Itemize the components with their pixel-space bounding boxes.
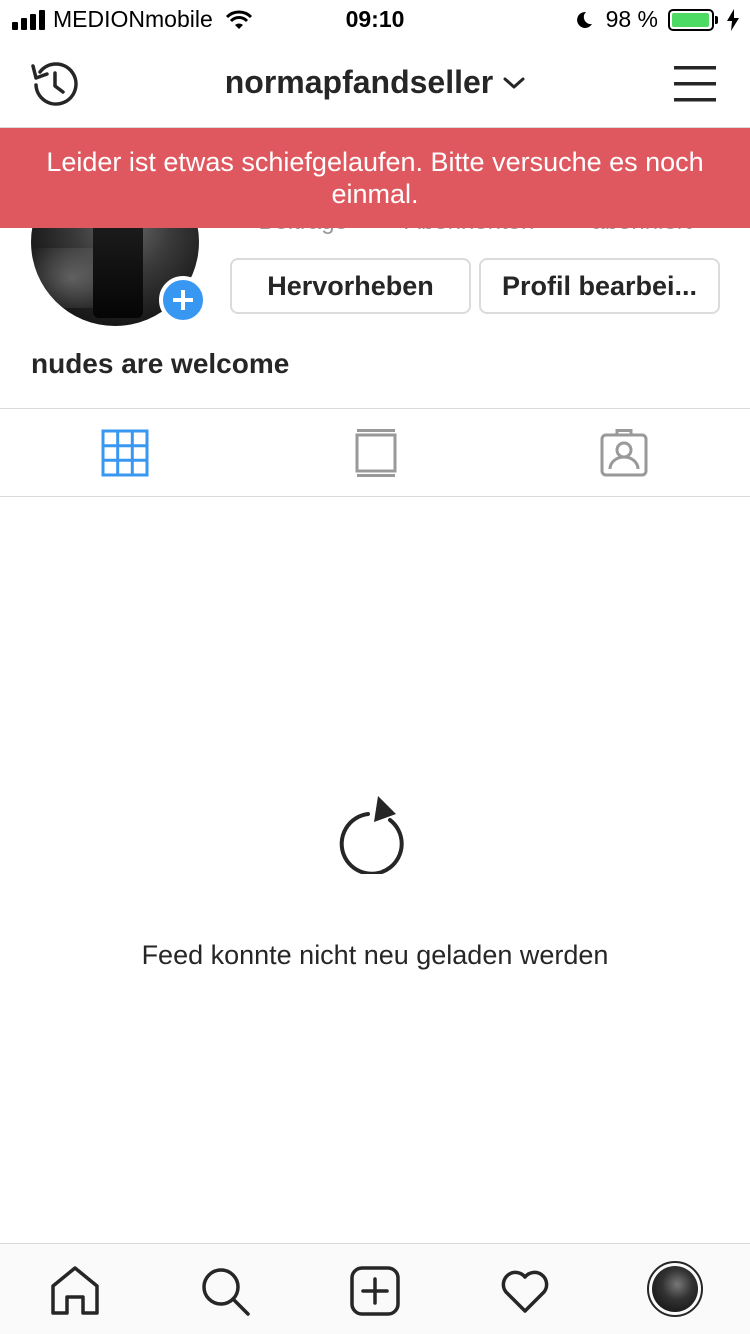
username-title[interactable]: normapfandseller xyxy=(225,64,494,101)
chevron-down-icon[interactable] xyxy=(503,76,525,90)
error-message: Leider ist etwas schiefgelaufen. Bitte v… xyxy=(46,147,704,209)
bottom-nav xyxy=(0,1243,750,1334)
profile-bio: nudes are welcome xyxy=(31,348,290,379)
menu-icon[interactable] xyxy=(674,64,716,104)
feed-icon[interactable] xyxy=(352,429,400,477)
error-banner[interactable]: Leider ist etwas schiefgelaufen. Bitte v… xyxy=(0,128,750,228)
heart-icon[interactable] xyxy=(498,1264,552,1318)
profile-tabs xyxy=(0,408,750,497)
tagged-icon[interactable] xyxy=(600,429,648,477)
battery-icon xyxy=(668,8,718,31)
reload-icon[interactable] xyxy=(338,794,412,874)
highlight-button[interactable]: Hervorheben xyxy=(230,258,471,314)
grid-icon[interactable] xyxy=(101,429,149,477)
battery-percent: 98 % xyxy=(605,6,658,32)
account-switcher[interactable]: normapfandseller xyxy=(0,64,750,101)
status-bar: MEDIONmobile 09:10 98 % xyxy=(0,0,750,40)
add-icon[interactable] xyxy=(348,1264,402,1318)
moon-icon xyxy=(576,11,592,28)
search-icon[interactable] xyxy=(198,1264,252,1318)
status-right: 98 % xyxy=(574,6,740,33)
feed-error-message: Feed konnte nicht neu geladen werden xyxy=(141,940,609,970)
profile-avatar-nav[interactable] xyxy=(647,1261,703,1317)
home-icon[interactable] xyxy=(48,1264,102,1318)
add-story-icon[interactable] xyxy=(159,276,207,324)
charging-icon xyxy=(727,8,739,31)
profile-header: normapfandseller xyxy=(0,40,750,128)
avatar xyxy=(652,1266,698,1312)
edit-profile-button[interactable]: Profil bearbei... xyxy=(479,258,720,314)
